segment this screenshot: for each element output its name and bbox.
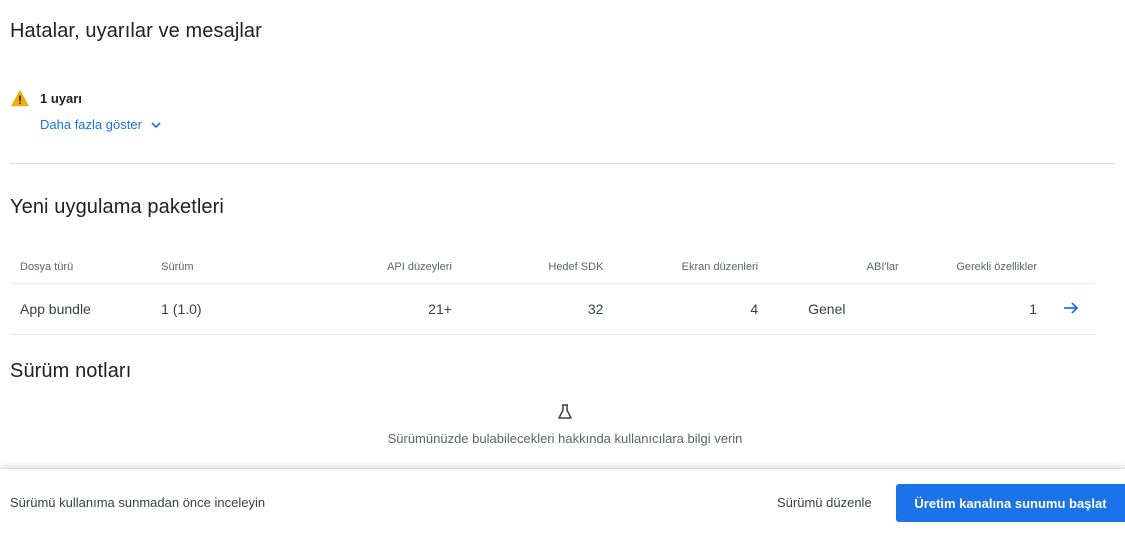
show-more-label: Daha fazla göster: [40, 117, 142, 132]
arrow-right-icon: [1064, 301, 1079, 314]
app-bundles-table: Dosya türü Sürüm API düzeyleri Hedef SDK…: [10, 250, 1095, 335]
col-screen-layouts: Ekran düzenleri: [613, 250, 769, 284]
cell-abis: Genel: [768, 283, 909, 335]
col-api-levels: API düzeyleri: [287, 250, 462, 284]
table-row[interactable]: App bundle 1 (1.0) 21+ 32 4 Genel 1: [10, 283, 1095, 335]
errors-section-title: Hatalar, uyarılar ve mesajlar: [10, 20, 262, 42]
release-review-page: Hatalar, uyarılar ve mesajlar 1 uyarı Da…: [0, 0, 1125, 537]
cell-required-features: 1: [908, 283, 1048, 335]
row-details-button[interactable]: [1047, 283, 1095, 335]
release-notes-empty-state: Sürümünüzde bulabilecekleri hakkında kul…: [360, 403, 770, 449]
show-more-link[interactable]: Daha fazla göster: [40, 117, 162, 132]
col-target-sdk: Hedef SDK: [461, 250, 614, 284]
bundles-section-title: Yeni uygulama paketleri: [10, 196, 224, 218]
cell-version: 1 (1.0): [151, 283, 288, 335]
start-rollout-button[interactable]: Üretim kanalına sunumu başlat: [896, 484, 1125, 522]
col-actions: [1047, 250, 1095, 284]
col-abis: ABI'lar: [768, 250, 909, 284]
edit-release-button[interactable]: Sürümü düzenle: [765, 485, 884, 521]
cell-api-levels: 21+: [287, 283, 462, 335]
section-divider: [10, 163, 1115, 164]
col-required-features: Gerekli özellikler: [908, 250, 1048, 284]
warning-summary: 1 uyarı: [10, 88, 82, 108]
cell-file-type: App bundle: [10, 283, 152, 335]
warning-count: 1 uyarı: [40, 90, 82, 106]
warning-triangle-icon: [11, 89, 29, 107]
cell-target-sdk: 32: [461, 283, 614, 335]
release-notes-empty-text: Sürümünüzde bulabilecekleri hakkında kul…: [387, 431, 743, 446]
col-version: Sürüm: [151, 250, 288, 284]
flask-icon: [558, 404, 572, 419]
footer-bar: Sürümü kullanıma sunmadan önce inceleyin…: [0, 468, 1125, 537]
cell-screen-layouts: 4: [613, 283, 769, 335]
release-notes-title: Sürüm notları: [10, 360, 132, 382]
col-file-type: Dosya türü: [10, 250, 152, 284]
table-header-row: Dosya türü Sürüm API düzeyleri Hedef SDK…: [10, 250, 1095, 284]
scroll-content[interactable]: Hatalar, uyarılar ve mesajlar 1 uyarı Da…: [0, 0, 1125, 468]
review-hint: Sürümü kullanıma sunmadan önce inceleyin: [10, 495, 266, 510]
chevron-down-icon: [151, 121, 161, 128]
